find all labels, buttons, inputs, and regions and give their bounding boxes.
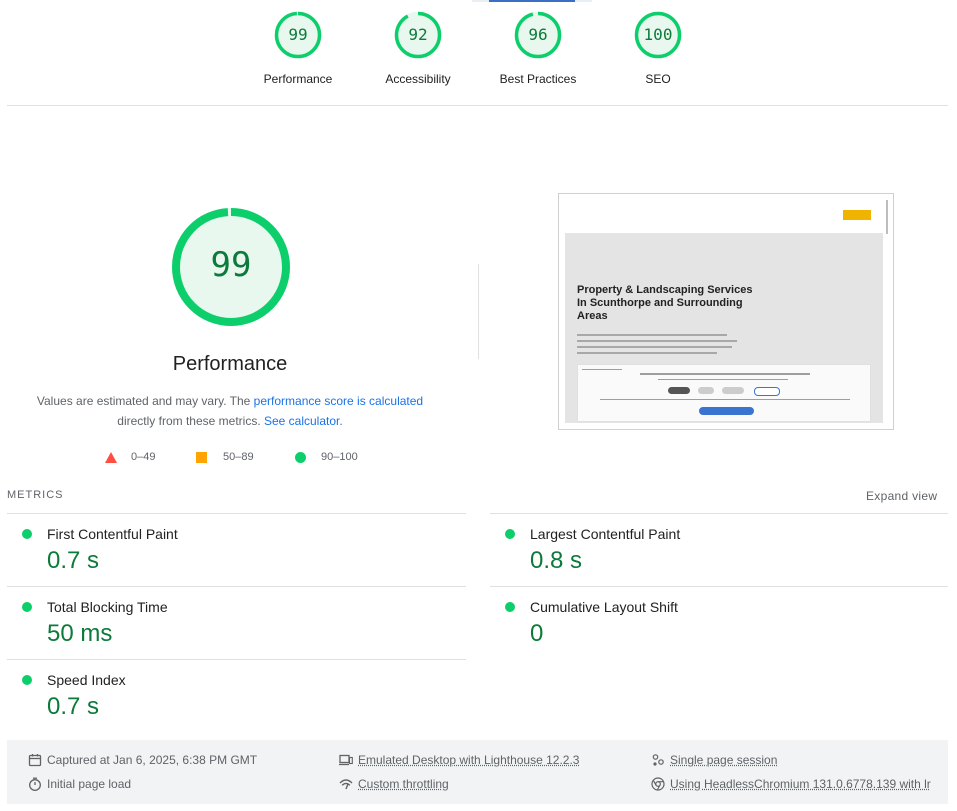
gauge-score: 92: [408, 25, 428, 44]
metric-value: 0.7 s: [47, 693, 100, 720]
note-text: Values are estimated and may vary. The: [36, 394, 254, 408]
captured-text: Captured at Jan 6, 2025, 6:38 PM GMT: [47, 753, 258, 767]
expand-view-button[interactable]: Expand view: [866, 489, 937, 503]
metric-divider: [7, 513, 466, 514]
metric-value: 0.7 s: [47, 547, 100, 574]
metric-value: 0: [530, 620, 544, 647]
gauge-score: 100: [643, 25, 673, 44]
cookie-chip: [722, 387, 744, 394]
runtime-settings: Captured at Jan 6, 2025, 6:38 PM GMT Ini…: [7, 740, 948, 804]
session-text: Single page session: [670, 753, 778, 767]
triangle-icon: [105, 452, 117, 463]
metric-divider: [7, 586, 466, 587]
cookie-line: [582, 369, 622, 370]
vertical-divider: [478, 264, 479, 359]
cookie-chip: [754, 387, 780, 396]
performance-note: Values are estimated and may vary. The p…: [30, 391, 430, 431]
legend-range: 50–89: [223, 451, 254, 463]
section-divider: [7, 105, 948, 106]
metric-name: Speed Index: [47, 672, 126, 688]
gauge-best-practices[interactable]: 96 Best Practices: [483, 11, 593, 86]
performance-gauge: 99: [170, 206, 292, 328]
cookie-line: [658, 379, 788, 380]
thumbnail-text-line: [577, 340, 737, 342]
gauge-label: Best Practices: [499, 72, 577, 86]
metric-name: Largest Contentful Paint: [530, 526, 681, 542]
metric-name: Total Blocking Time: [47, 599, 168, 615]
gauge-ring: 96: [514, 11, 562, 59]
thumbnail-headline: Property & Landscaping Services In Scunt…: [577, 284, 753, 322]
thumbnail-badge: [843, 210, 871, 220]
pass-circle-icon: [22, 602, 32, 612]
gauge-performance[interactable]: 99 Performance: [243, 11, 353, 86]
legend-range: 90–100: [321, 451, 358, 463]
metric-divider: [490, 513, 948, 514]
pass-circle-icon: [505, 602, 515, 612]
cookie-button: [699, 407, 754, 415]
timer-icon: [29, 777, 41, 791]
calendar-icon: [28, 754, 42, 767]
performance-score: 99: [210, 245, 252, 285]
score-calculated-link[interactable]: performance score is calculated: [254, 394, 423, 408]
metric-value: 50 ms: [47, 620, 113, 647]
metric-divider: [7, 659, 466, 660]
thumbnail-text-line: [577, 352, 717, 354]
performance-title: Performance: [172, 353, 288, 375]
cookie-line: [640, 373, 810, 375]
gauge-label: SEO: [645, 72, 671, 86]
note-text: directly from these metrics.: [117, 414, 264, 428]
thumbnail-text-line: [577, 346, 732, 348]
gauge-ring: 99: [274, 11, 322, 59]
gauge-ring: 92: [394, 11, 442, 59]
gauge-score: 99: [288, 25, 308, 44]
metric-divider: [490, 586, 948, 587]
pass-circle-icon: [22, 675, 32, 685]
metric-value: 0.8 s: [530, 547, 583, 574]
square-icon: [196, 452, 207, 463]
pass-circle-icon: [22, 529, 32, 539]
cookie-chip: [668, 387, 690, 394]
chrome-icon: [651, 777, 665, 791]
emulated-text: Emulated Desktop with Lighthouse 12.2.3: [358, 753, 580, 767]
metrics-header: METRICS: [7, 489, 64, 501]
metric-name: Cumulative Layout Shift: [530, 599, 678, 615]
gauge-label: Performance: [263, 72, 333, 86]
throttling-text: Custom throttling: [358, 777, 449, 791]
thumbnail-cookie-banner: [577, 364, 871, 422]
see-calculator-link[interactable]: See calculator.: [264, 414, 343, 428]
circle-icon: [295, 452, 306, 463]
gauge-seo[interactable]: 100 SEO: [603, 11, 713, 86]
gauge-score: 96: [528, 25, 548, 44]
network-throttling-icon: [339, 779, 353, 790]
gauge-accessibility[interactable]: 92 Accessibility: [363, 11, 473, 86]
initial-load-text: Initial page load: [47, 777, 132, 791]
metric-name: First Contentful Paint: [47, 526, 178, 542]
cookie-chip: [698, 387, 714, 394]
gauge-label: Accessibility: [385, 72, 451, 86]
thumbnail-scrollbar: [886, 200, 888, 234]
desktop-device-icon: [339, 754, 353, 766]
cookie-line: [600, 399, 850, 400]
session-icon: [652, 754, 664, 766]
thumbnail-text-line: [577, 334, 727, 336]
browser-text: Using HeadlessChromium 131.0.6778.139 wi…: [670, 777, 931, 791]
tab-indicator: [489, 0, 575, 2]
legend-range: 0–49: [131, 451, 156, 463]
gauge-ring: 100: [634, 11, 682, 59]
pass-circle-icon: [505, 529, 515, 539]
final-screenshot[interactable]: Property & Landscaping Services In Scunt…: [558, 193, 894, 430]
